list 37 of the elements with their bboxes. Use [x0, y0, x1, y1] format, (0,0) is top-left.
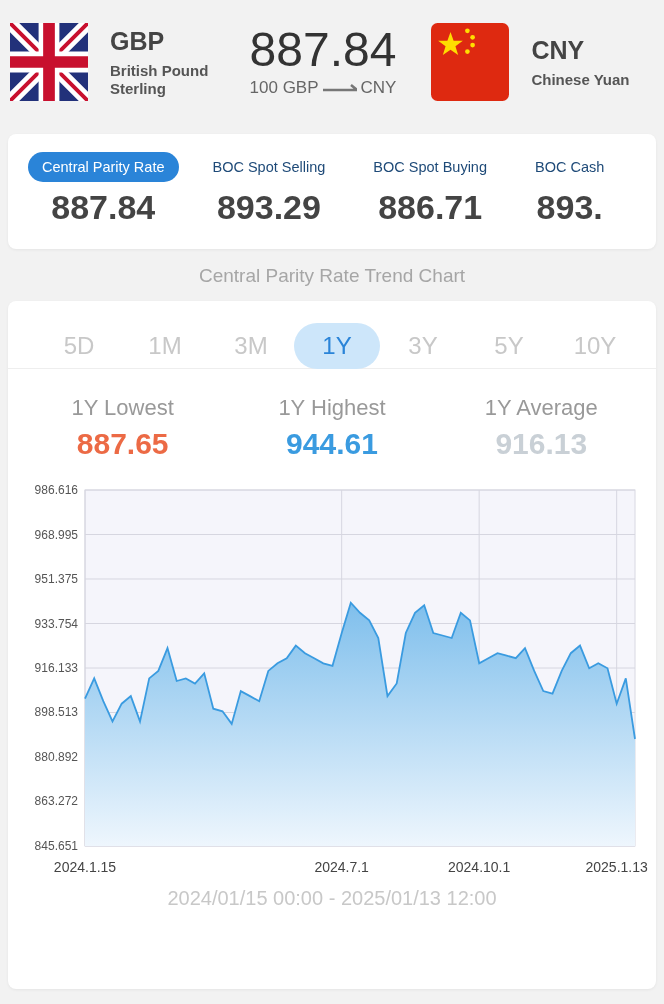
x-tick-label: 2024.1.15	[53, 859, 117, 875]
rate-value: 893.	[536, 188, 603, 227]
rate-tab[interactable]: BOC Spot Selling	[198, 152, 340, 182]
x-tick-label: 2025.1.13	[585, 859, 648, 875]
rate-tab[interactable]: BOC Cash	[521, 152, 619, 182]
period-tab[interactable]: 1Y	[294, 323, 380, 369]
y-tick-label: 968.995	[34, 527, 78, 542]
base-amount: 100 GBP	[249, 78, 319, 98]
target-currency: CNY	[360, 78, 397, 98]
y-tick-label: 845.651	[34, 839, 78, 853]
flag-icon	[10, 23, 88, 101]
y-tick-label: 916.133	[34, 661, 78, 675]
exchange-rate: 887.84	[249, 26, 397, 74]
stat-value: 944.61	[286, 427, 378, 461]
stat-label: 1Y Highest	[278, 395, 386, 421]
currency-name: British Pound Sterling	[110, 61, 210, 98]
y-tick-label: 986.616	[34, 483, 78, 497]
currency-code: GBP	[110, 26, 166, 56]
chart-title: Central Parity Rate Trend Chart	[197, 265, 467, 287]
y-tick-label: 863.272	[34, 794, 78, 809]
x-tick-label: 2024.7.1	[314, 859, 369, 875]
y-tick-label: 898.513	[34, 705, 78, 720]
stat-label: 1Y Average	[484, 395, 598, 421]
currency-code: CNY	[531, 35, 586, 65]
y-tick-label: 951.375	[34, 572, 78, 586]
rate-value: 893.29	[216, 188, 321, 227]
stat-label: 1Y Lowest	[71, 395, 174, 421]
stat-value: 887.65	[76, 427, 169, 461]
flag-icon	[431, 23, 510, 101]
y-tick-label: 933.754	[34, 616, 78, 631]
rate-value: 886.71	[378, 188, 483, 227]
rate-tab[interactable]: BOC Spot Buying	[359, 152, 501, 182]
currency-name: Chinese Yuan	[531, 70, 631, 89]
rate-value: 887.84	[51, 188, 156, 227]
y-tick-label: 880.892	[34, 750, 78, 764]
rate-tab[interactable]: Central Parity Rate	[28, 152, 179, 182]
x-tick-label: 2024.10.1	[448, 859, 511, 875]
